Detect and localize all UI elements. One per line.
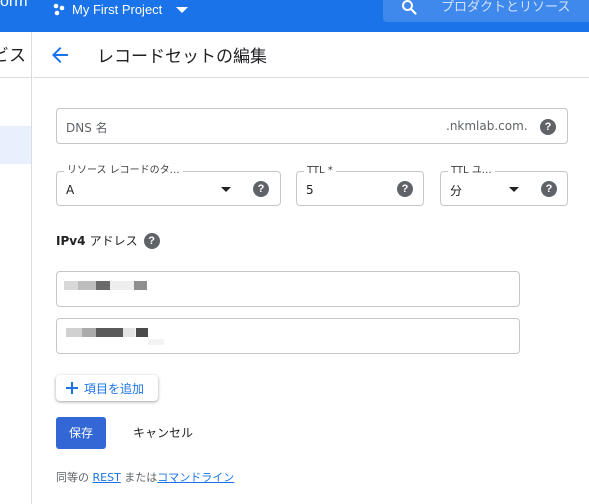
record-type-label: リソース レコードのタ… (64, 165, 183, 177)
brand-name: orm (0, 0, 28, 10)
left-nav: ビス (0, 32, 32, 504)
redaction-block (64, 281, 78, 290)
add-item-label: 項目を追加 (84, 381, 145, 396)
rest-link[interactable]: REST (93, 471, 121, 484)
add-item-button[interactable]: 項目を追加 (56, 375, 158, 401)
redaction-block (96, 281, 110, 290)
top-bar: orm My First Project (0, 0, 589, 32)
ttl-field[interactable]: TTL * 5 ? (296, 165, 424, 206)
redaction-block (78, 281, 96, 290)
record-type-select[interactable]: リソース レコードのタ… A ? (56, 165, 281, 206)
ttl-label: TTL * (304, 165, 336, 177)
redaction-block (82, 328, 96, 337)
help-icon[interactable]: ? (540, 119, 556, 135)
redaction-block (66, 328, 82, 337)
ipv4-heading: IPv4 アドレス ? (56, 232, 160, 249)
redaction-block (110, 281, 134, 290)
chevron-down-icon (176, 7, 189, 13)
footer-middle: または (124, 471, 158, 484)
redaction-block (96, 328, 123, 337)
project-icon (53, 3, 65, 16)
search-icon (402, 0, 417, 15)
nav-item-active[interactable] (0, 126, 31, 164)
ttl-value: 5 (306, 183, 314, 197)
back-arrow-icon[interactable] (48, 43, 72, 67)
ttl-unit-label: TTL ユ… (448, 165, 495, 177)
footer-prefix: 同等の (56, 471, 89, 484)
cancel-button[interactable]: キャンセル (123, 417, 203, 449)
search-box[interactable] (383, 0, 589, 22)
dns-name-field[interactable]: DNS 名 .nkmlab.com. ? (56, 108, 568, 144)
ipv4-label: IPv4 アドレス (56, 234, 138, 248)
help-icon[interactable]: ? (397, 181, 413, 197)
plus-icon (66, 382, 78, 394)
project-name: My First Project (72, 1, 163, 17)
save-button[interactable]: 保存 (56, 417, 106, 449)
dropdown-arrow-icon (509, 187, 519, 192)
help-icon[interactable]: ? (143, 232, 160, 249)
ipv4-address-input[interactable] (56, 271, 520, 307)
page-title: レコードセットの編集 (97, 47, 267, 67)
project-selector[interactable]: My First Project (52, 0, 189, 18)
search-input[interactable] (441, 0, 589, 17)
dns-name-placeholder: DNS 名 (66, 121, 108, 135)
redaction-block (136, 328, 148, 337)
equivalent-footer: 同等の REST またはコマンドライン (56, 469, 234, 485)
redaction-block (148, 339, 164, 345)
dropdown-arrow-icon (221, 187, 231, 192)
page-header: レコードセットの編集 (33, 32, 589, 78)
help-icon[interactable]: ? (541, 181, 557, 197)
app-root: orm My First Project ビス レコードセットの (0, 0, 589, 504)
redaction-block (123, 328, 135, 337)
redaction-block (134, 281, 147, 290)
help-icon[interactable]: ? (253, 181, 269, 197)
dns-suffix: .nkmlab.com. (446, 119, 528, 133)
nav-title: ビス (0, 46, 26, 66)
ttl-unit-value: 分 (450, 184, 463, 198)
record-type-value: A (66, 183, 75, 197)
command-line-link[interactable]: コマンドライン (157, 471, 234, 484)
nav-divider (0, 77, 32, 78)
ttl-unit-select[interactable]: TTL ユ… 分 ? (440, 165, 568, 206)
ipv4-address-input[interactable] (56, 318, 520, 354)
